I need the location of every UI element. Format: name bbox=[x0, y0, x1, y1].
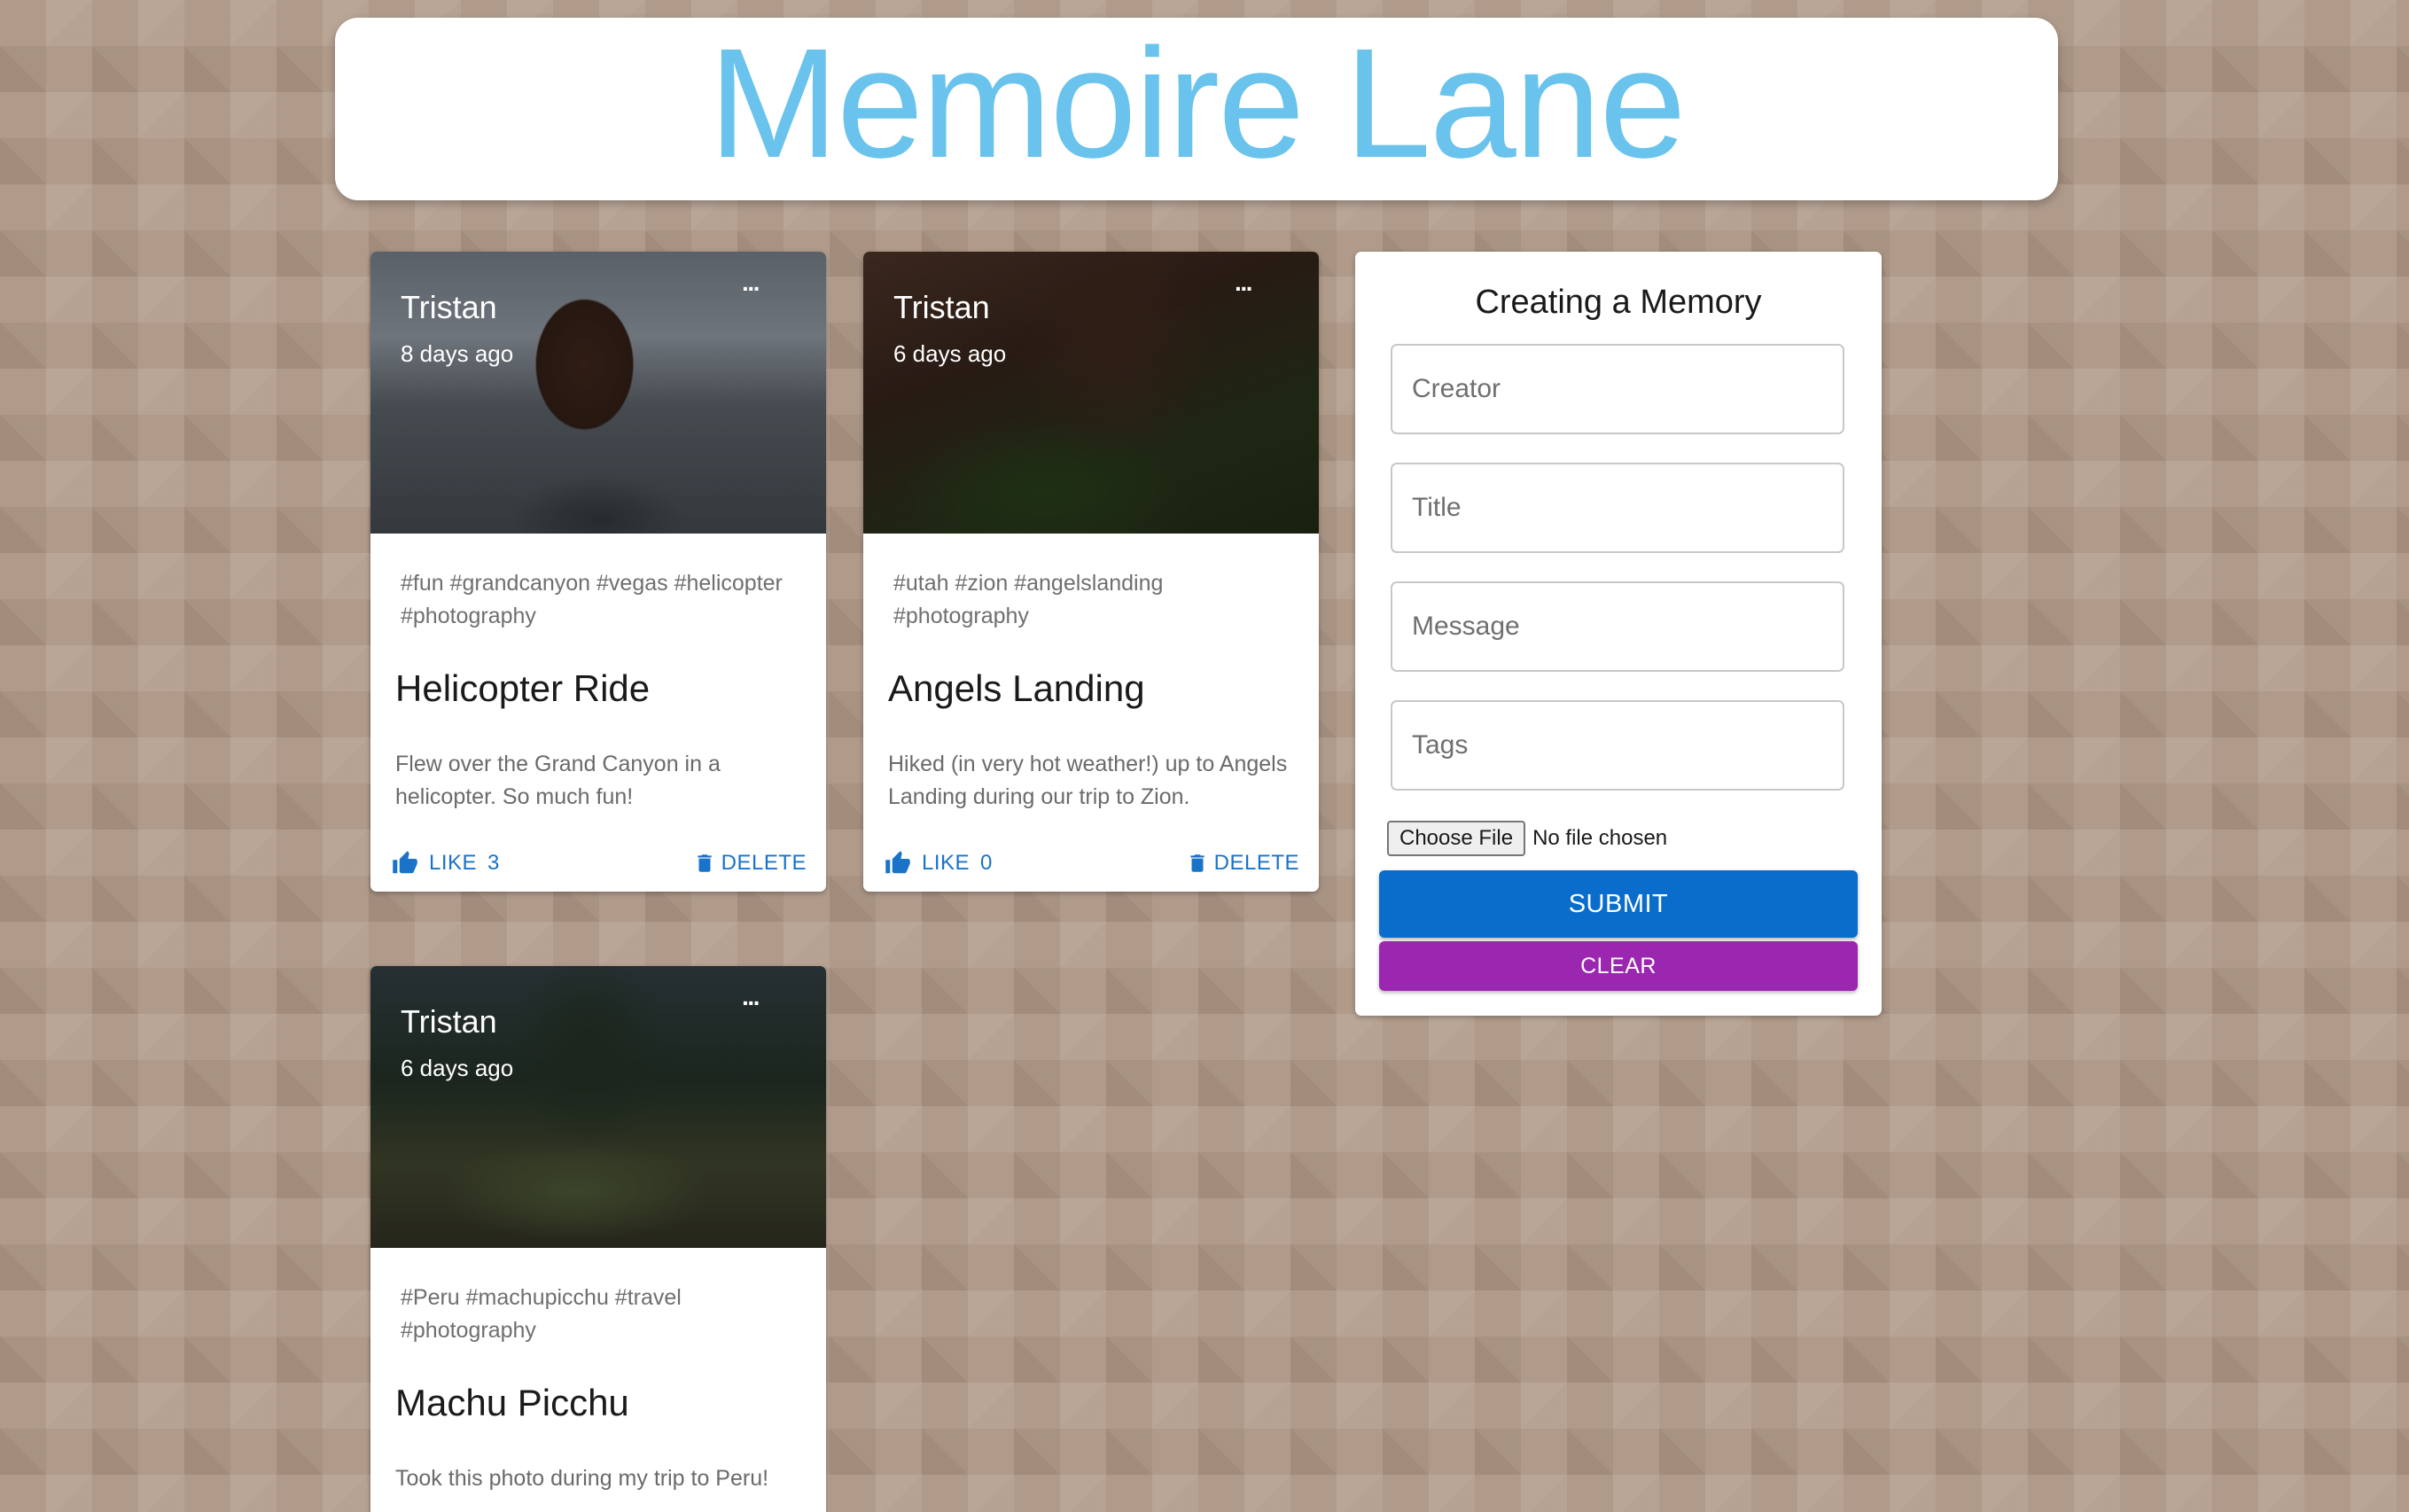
post-tags: #fun #grandcanyon #vegas #helicopter #ph… bbox=[401, 571, 783, 628]
post-card: Tristan 6 days ago ··· #Peru #machupicch… bbox=[370, 966, 826, 1512]
like-button[interactable]: LIKE 3 bbox=[392, 850, 500, 877]
trash-icon bbox=[698, 854, 712, 872]
more-horizontal-icon[interactable]: ··· bbox=[742, 989, 761, 1017]
like-button[interactable]: LIKE 0 bbox=[885, 850, 993, 877]
trash-icon bbox=[1190, 854, 1204, 872]
like-count: 0 bbox=[980, 851, 993, 875]
app-header: Memoire Lane bbox=[335, 18, 2058, 200]
more-horizontal-icon[interactable]: ··· bbox=[1235, 275, 1254, 303]
tags-input[interactable] bbox=[1391, 700, 1844, 791]
post-creator: Tristan bbox=[401, 289, 497, 325]
file-status: No file chosen bbox=[1532, 826, 1668, 850]
post-tags: #utah #zion #angelslanding #photography bbox=[893, 571, 1164, 628]
post-image: Tristan 8 days ago ··· bbox=[370, 252, 826, 534]
post-title: Angels Landing bbox=[888, 667, 1145, 709]
like-label: LIKE bbox=[429, 851, 478, 875]
delete-button[interactable]: DELETE bbox=[1186, 850, 1299, 877]
delete-button[interactable]: DELETE bbox=[693, 850, 807, 877]
post-time: 6 days ago bbox=[893, 340, 1007, 367]
title-input[interactable] bbox=[1391, 463, 1844, 553]
choose-file-button[interactable]: Choose File bbox=[1387, 821, 1526, 856]
clear-button[interactable]: CLEAR bbox=[1379, 941, 1858, 991]
form-heading: Creating a Memory bbox=[1475, 284, 1762, 321]
post-time: 6 days ago bbox=[401, 1055, 514, 1081]
post-image: Tristan 6 days ago ··· bbox=[370, 966, 826, 1248]
post-creator: Tristan bbox=[893, 289, 990, 325]
post-actions: LIKE 3 DELETE bbox=[370, 835, 826, 892]
delete-label: DELETE bbox=[1213, 851, 1299, 875]
post-image: Tristan 6 days ago ··· bbox=[863, 252, 1319, 534]
post-message: Hiked (in very hot weather!) up to Angel… bbox=[888, 752, 1288, 809]
app-title: Memoire Lane bbox=[708, 17, 1686, 191]
message-input[interactable] bbox=[1391, 581, 1844, 672]
delete-label: DELETE bbox=[721, 851, 807, 875]
post-message: Flew over the Grand Canyon in a helicopt… bbox=[395, 752, 721, 809]
submit-button[interactable]: SUBMIT bbox=[1379, 870, 1858, 938]
post-actions: LIKE 0 DELETE bbox=[863, 835, 1319, 892]
like-count: 3 bbox=[487, 851, 500, 875]
post-time: 8 days ago bbox=[401, 340, 514, 367]
post-title: Helicopter Ride bbox=[395, 667, 651, 709]
more-horizontal-icon[interactable]: ··· bbox=[742, 275, 761, 303]
thumb-up-icon bbox=[393, 851, 417, 874]
post-message: Took this photo during my trip to Peru! bbox=[395, 1466, 769, 1491]
post-card: Tristan 8 days ago ··· #fun #grandcanyon… bbox=[370, 252, 826, 892]
file-picker: Choose File No file chosen bbox=[1387, 821, 1667, 856]
create-memory-form: Creating a Memory Choose File No file ch… bbox=[1355, 252, 1882, 1016]
post-tags: #Peru #machupicchu #travel #photography bbox=[401, 1285, 682, 1343]
post-creator: Tristan bbox=[401, 1003, 497, 1040]
creator-input[interactable] bbox=[1391, 344, 1844, 434]
like-label: LIKE bbox=[922, 851, 971, 875]
post-card: Tristan 6 days ago ··· #utah #zion #ange… bbox=[863, 252, 1319, 892]
thumb-up-icon bbox=[885, 851, 910, 874]
post-title: Machu Picchu bbox=[395, 1382, 629, 1423]
